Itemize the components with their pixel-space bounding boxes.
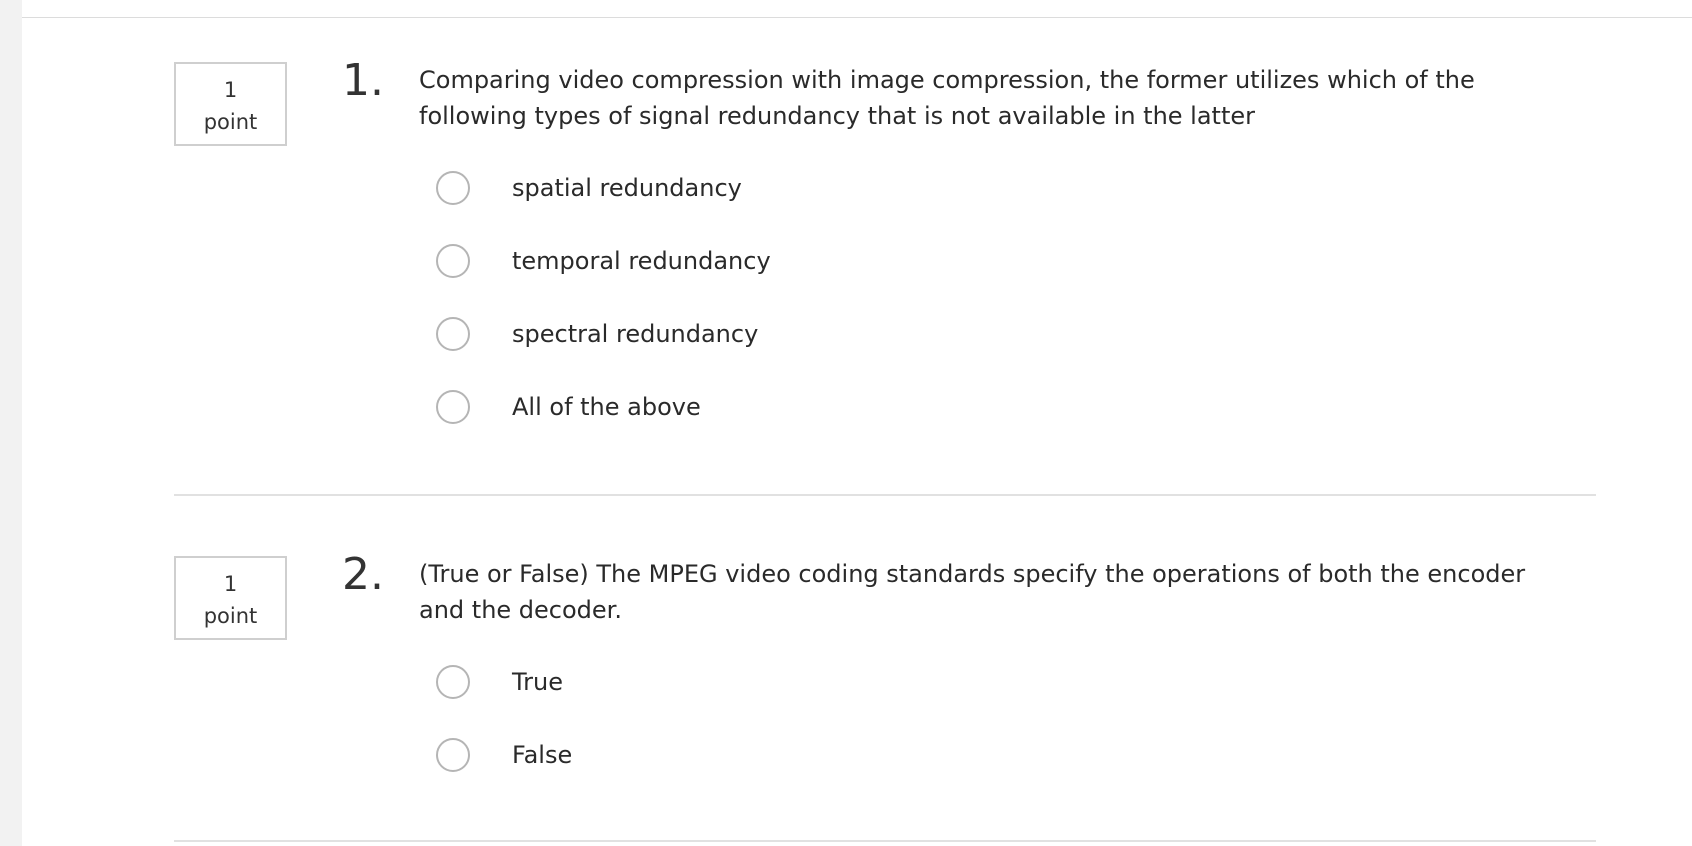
question-text: Comparing video compression with image c…: [419, 66, 1475, 130]
question-number: 2.: [342, 549, 384, 600]
answer-options: spatial redundancy temporal redundancy s…: [436, 166, 771, 458]
question-divider: [174, 840, 1596, 842]
points-unit: point: [203, 604, 258, 628]
points-unit: point: [203, 110, 258, 134]
option-spatial-redundancy[interactable]: spatial redundancy: [436, 166, 771, 239]
radio-button[interactable]: [436, 170, 470, 205]
option-label: All of the above: [512, 392, 701, 421]
answer-options: True False: [436, 660, 572, 806]
question-divider: [174, 494, 1596, 496]
option-label: True: [512, 667, 563, 696]
option-true[interactable]: True: [436, 660, 572, 733]
option-label: spatial redundancy: [512, 173, 742, 202]
option-spectral-redundancy[interactable]: spectral redundancy: [436, 312, 771, 385]
radio-button[interactable]: [436, 737, 470, 772]
question-number: 1.: [342, 55, 384, 106]
points-box: 1 point: [174, 556, 287, 640]
radio-button[interactable]: [436, 316, 470, 351]
option-all-of-the-above[interactable]: All of the above: [436, 385, 771, 458]
points-box: 1 point: [174, 62, 287, 146]
points-value: 1: [223, 78, 238, 102]
top-divider: [22, 17, 1692, 18]
option-temporal-redundancy[interactable]: temporal redundancy: [436, 239, 771, 312]
radio-button[interactable]: [436, 664, 470, 699]
left-gutter: [0, 0, 22, 846]
radio-button[interactable]: [436, 389, 470, 424]
points-value: 1: [223, 572, 238, 596]
option-label: temporal redundancy: [512, 246, 771, 275]
question-text: (True or False) The MPEG video coding st…: [419, 560, 1526, 624]
radio-button[interactable]: [436, 243, 470, 278]
option-label: spectral redundancy: [512, 319, 759, 348]
option-false[interactable]: False: [436, 733, 572, 806]
option-label: False: [512, 740, 573, 769]
